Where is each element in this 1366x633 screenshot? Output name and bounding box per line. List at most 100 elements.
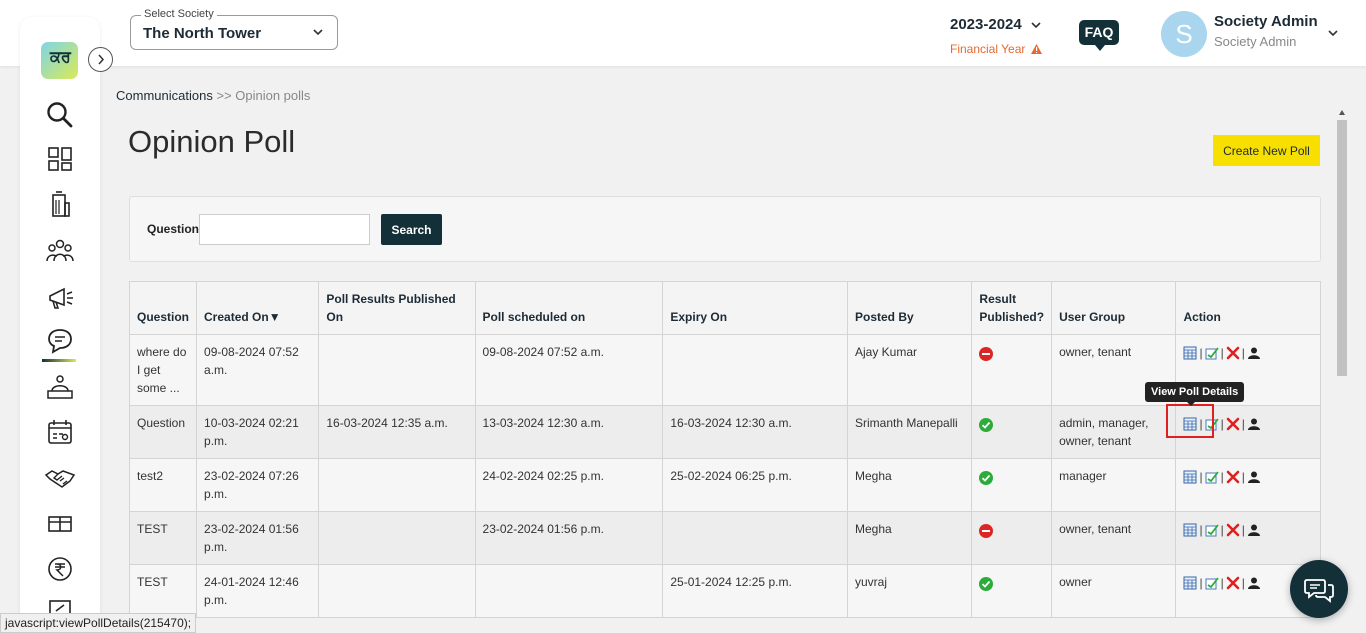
not-published-icon [979,523,994,538]
warning-icon [1030,44,1042,54]
cell-expiry-on [662,511,848,565]
breadcrumb: Communications >> Opinion polls [116,88,310,103]
cell-result-published [971,564,1053,618]
building-icon[interactable] [44,189,76,221]
action-separator: | [1220,416,1224,431]
view-poll-details-icon[interactable] [1183,576,1197,590]
cell-user-group: owner, tenant [1051,511,1177,565]
not-published-icon [979,346,994,361]
cell-question: where do I get some ... [128,334,198,406]
poll-users-icon[interactable] [1247,523,1261,537]
action-separator: | [1220,469,1224,484]
cell-expiry-on [662,334,848,406]
column-header-user-group[interactable]: User Group [1051,281,1177,335]
cell-scheduled-on: 23-02-2024 01:56 p.m. [474,511,664,565]
action-separator: | [1220,345,1224,360]
table-row: Question 10-03-2024 02:21 p.m. 16-03-2024 … [128,405,1321,459]
breadcrumb-communications[interactable]: Communications [116,88,213,103]
edit-poll-icon[interactable] [1205,346,1219,360]
sidebar-active-indicator [42,359,76,362]
poll-users-icon[interactable] [1247,576,1261,590]
delete-poll-icon[interactable] [1226,523,1240,537]
chevron-down-icon[interactable] [1326,26,1340,40]
sidebar-collapse-button[interactable] [88,47,113,72]
search-button[interactable]: Search [381,214,442,245]
cell-user-group: manager [1051,458,1177,512]
financial-year-label: Financial Year [950,42,1026,56]
cell-created-on: 23-02-2024 07:26 p.m. [196,458,320,512]
table-row: TEST 24-01-2024 12:46 p.m. 25-01-2024 12:2… [128,564,1321,618]
published-check-icon [979,470,994,485]
faq-button[interactable]: FAQ [1079,20,1119,51]
delete-poll-icon[interactable] [1226,346,1240,360]
cell-created-on: 10-03-2024 02:21 p.m. [196,405,320,459]
poll-users-icon[interactable] [1247,346,1261,360]
society-select[interactable]: Select Society The North Tower [130,8,338,50]
facilities-icon[interactable] [44,507,76,539]
cell-question: TEST [128,564,198,618]
view-poll-details-icon[interactable] [1183,523,1197,537]
delete-poll-icon[interactable] [1226,576,1240,590]
communications-icon[interactable] [44,325,76,357]
search-panel: Question Search [129,196,1321,262]
cell-expiry-on: 25-01-2024 12:25 p.m. [662,564,848,618]
members-icon[interactable] [44,235,76,267]
edit-poll-icon[interactable] [1205,470,1219,484]
cell-results-published-on [318,334,476,406]
chat-icon [1304,579,1334,603]
edit-poll-icon[interactable] [1205,576,1219,590]
column-header-question[interactable]: Question [128,281,198,335]
poll-users-icon[interactable] [1247,417,1261,431]
calendar-icon[interactable] [44,416,76,448]
table-row: test2 23-02-2024 07:26 p.m. 24-02-2024 02:… [128,458,1321,512]
page-scrollbar[interactable] [1336,106,1348,606]
cell-created-on: 23-02-2024 01:56 p.m. [196,511,320,565]
chat-button[interactable] [1290,560,1348,618]
column-header-results-published-on[interactable]: Poll Results Published On [318,281,476,335]
rupee-icon[interactable] [44,553,76,585]
view-poll-details-icon[interactable] [1183,470,1197,484]
search-icon[interactable] [44,99,76,131]
poll-users-icon[interactable] [1247,470,1261,484]
view-poll-details-icon[interactable] [1183,346,1197,360]
cell-results-published-on [318,511,476,565]
edit-poll-icon[interactable] [1205,523,1219,537]
announcement-icon[interactable] [44,281,76,313]
table-row: where do I get some ... 09-08-2024 07:52 … [128,334,1321,406]
delete-poll-icon[interactable] [1226,417,1240,431]
column-header-expiry-on[interactable]: Expiry On [662,281,848,335]
user-info[interactable]: Society Admin Society Admin [1214,13,1318,49]
published-check-icon [979,576,994,591]
avatar[interactable]: S [1161,11,1207,57]
dashboard-icon[interactable] [44,143,76,175]
action-separator: | [1241,575,1245,590]
column-header-scheduled-on[interactable]: Poll scheduled on [474,281,664,335]
column-header-posted-by[interactable]: Posted By [846,281,973,335]
cell-results-published-on [318,458,476,512]
cell-expiry-on: 16-03-2024 12:30 a.m. [662,405,848,459]
vendors-icon[interactable] [44,461,76,493]
breadcrumb-separator: >> [216,88,232,103]
cell-actions: | | | [1175,458,1321,512]
action-separator: | [1199,522,1203,537]
scroll-up-arrow[interactable] [1339,110,1345,115]
column-header-action: Action [1175,281,1321,335]
cell-result-published [971,458,1053,512]
column-header-result-published[interactable]: Result Published? [971,281,1053,335]
cell-scheduled-on: 13-03-2024 12:30 a.m. [474,405,664,459]
app-logo[interactable]: ਕਰ [41,42,78,79]
cell-results-published-on [318,564,476,618]
question-search-input[interactable] [199,214,370,245]
create-new-poll-button[interactable]: Create New Poll [1213,135,1320,166]
helpdesk-icon[interactable] [44,371,76,403]
delete-poll-icon[interactable] [1226,470,1240,484]
scrollbar-thumb[interactable] [1337,120,1347,376]
financial-year-selector[interactable]: 2023-2024 Financial Year [950,16,1042,56]
action-separator: | [1241,416,1245,431]
highlight-box [1166,404,1214,438]
action-separator: | [1241,522,1245,537]
column-header-created-on[interactable]: Created On▼ [196,281,320,335]
action-separator: | [1199,469,1203,484]
chevron-down-icon [1031,22,1041,28]
cell-scheduled-on [474,564,664,618]
